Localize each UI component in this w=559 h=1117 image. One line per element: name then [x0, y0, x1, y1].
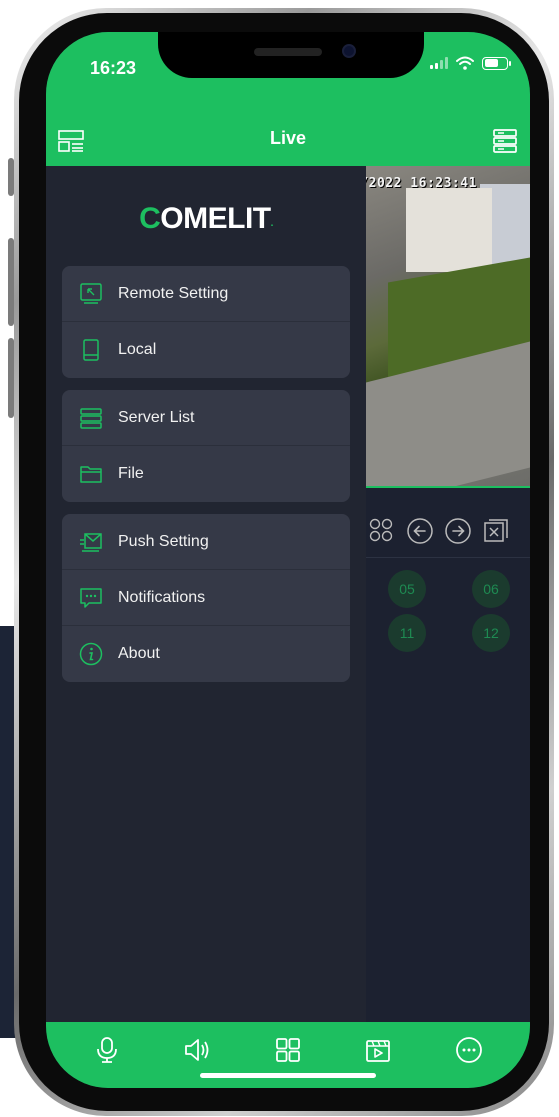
menu-item-push-setting[interactable]: Push Setting: [62, 514, 350, 570]
channel-button[interactable]: 12: [472, 614, 510, 652]
app-screen: 16:23 Live 2022 16:23:41 05 06 11 12 COM…: [46, 32, 530, 1088]
front-camera: [342, 44, 356, 58]
speaker-icon[interactable]: [178, 1030, 218, 1070]
volume-up-button: [8, 238, 14, 326]
next-icon[interactable]: [444, 517, 472, 545]
channel-button[interactable]: 06: [472, 570, 510, 608]
folder-icon: [78, 461, 104, 487]
microphone-icon[interactable]: [87, 1030, 127, 1070]
menu-group-2: Server List File: [62, 390, 350, 502]
menu-item-label: Server List: [118, 408, 195, 426]
video-timestamp: 2/2022 16:23:41: [366, 176, 477, 191]
menu-item-label: Notifications: [118, 588, 206, 606]
status-bar: 16:23: [46, 32, 530, 110]
menu-item-local[interactable]: Local: [62, 322, 350, 378]
menu-item-label: About: [118, 645, 160, 662]
mute-switch: [8, 158, 14, 196]
home-indicator[interactable]: [200, 1073, 376, 1078]
comelit-logo: COMELIT.: [46, 202, 366, 236]
logo-letter-c: C: [139, 202, 161, 235]
bottom-tab-bar: [46, 1022, 530, 1088]
more-icon[interactable]: [449, 1030, 489, 1070]
video-timestamp-date: 2/2022: [366, 176, 402, 191]
live-controls: [366, 504, 530, 558]
info-icon: [78, 641, 104, 667]
volume-down-button: [8, 338, 14, 418]
push-setting-icon: [78, 529, 104, 555]
menu-item-label: Push Setting: [118, 532, 209, 550]
menu-group-3: Push Setting Notifications About: [62, 514, 350, 682]
server-list-icon: [78, 405, 104, 431]
server-list-icon[interactable]: [492, 128, 518, 159]
camera-video-feed[interactable]: 2/2022 16:23:41: [366, 166, 530, 488]
header-title: Live: [269, 128, 307, 148]
battery-icon: [482, 56, 511, 70]
video-timestamp-time: 16:23:41: [410, 176, 477, 191]
menu-item-label: Remote Setting: [118, 284, 229, 302]
menu-item-server-list[interactable]: Server List: [62, 390, 350, 446]
menu-group-1: Remote Setting Local: [62, 266, 350, 378]
menu-item-label: Local: [118, 341, 157, 358]
live-view-area: 2/2022 16:23:41 05 06 11 12: [366, 166, 530, 1022]
status-time: 16:23: [90, 58, 137, 78]
local-icon: [78, 337, 104, 363]
wifi-icon: [456, 56, 474, 70]
menu-item-file[interactable]: File: [62, 446, 350, 502]
grid-icon[interactable]: [268, 1030, 308, 1070]
logo-dot: .: [270, 218, 274, 229]
signal-icon: [430, 57, 448, 69]
menu-item-notifications[interactable]: Notifications: [62, 570, 350, 626]
app-header: Live: [46, 110, 530, 166]
previous-icon[interactable]: [406, 517, 434, 545]
channel-select-icon[interactable]: [368, 517, 396, 545]
earpiece: [254, 48, 322, 56]
channel-button[interactable]: 05: [388, 570, 426, 608]
video-house: [406, 188, 492, 272]
close-window-icon[interactable]: [482, 517, 510, 545]
menu-item-about[interactable]: About: [62, 626, 350, 682]
playback-icon[interactable]: [358, 1030, 398, 1070]
remote-setting-icon: [78, 281, 104, 307]
status-icons: [430, 56, 511, 70]
channel-button[interactable]: 11: [388, 614, 426, 652]
menu-item-remote-setting[interactable]: Remote Setting: [62, 266, 350, 322]
menu-item-label: File: [118, 465, 144, 482]
logo-text: OMELIT: [160, 202, 271, 235]
side-drawer: COMELIT. Remote Setting Local Server Lis…: [46, 166, 366, 1022]
notifications-icon: [78, 585, 104, 611]
notch: [158, 32, 424, 78]
